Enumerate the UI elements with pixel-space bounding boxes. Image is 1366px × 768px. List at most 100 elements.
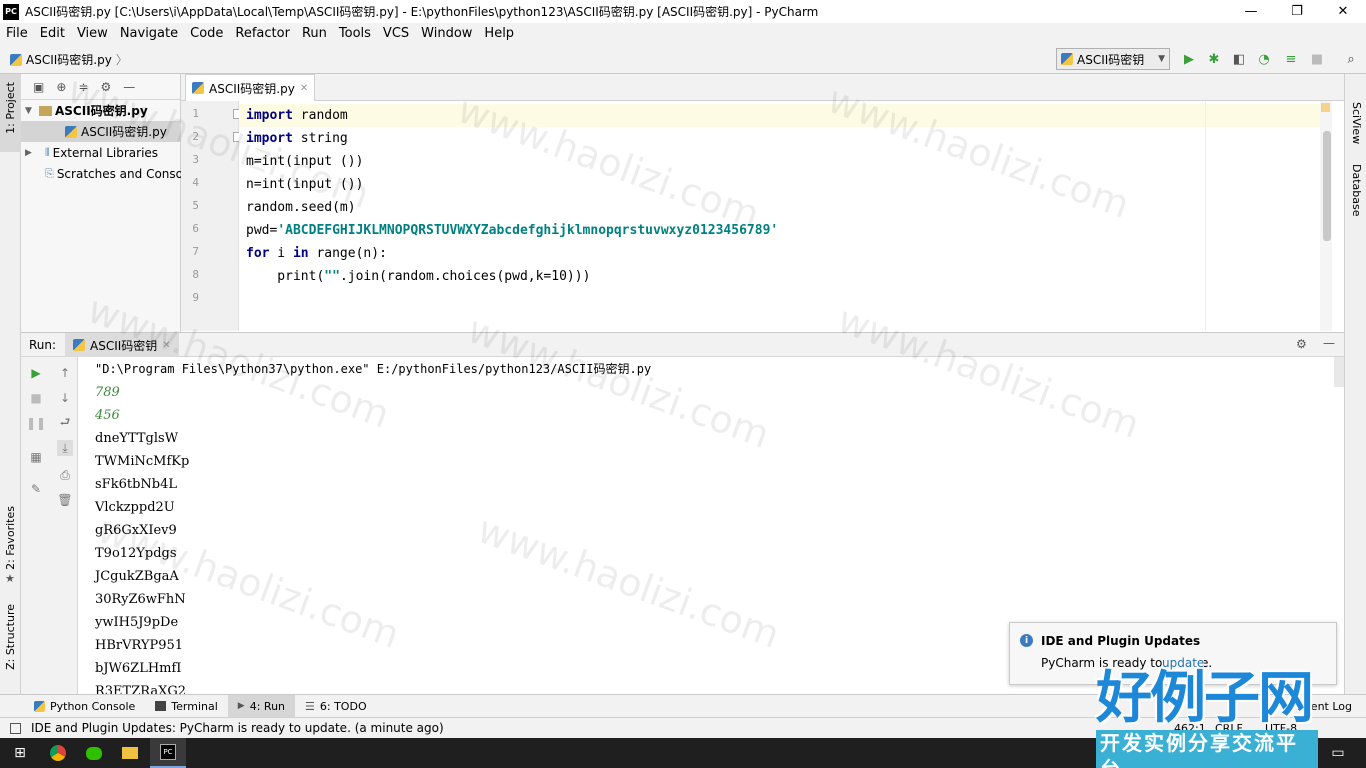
menu-view[interactable]: View	[71, 26, 114, 41]
python-console-icon	[34, 700, 45, 712]
close-button[interactable]: ✕	[1320, 0, 1366, 23]
menu-window[interactable]: Window	[415, 26, 478, 41]
menu-edit[interactable]: Edit	[34, 26, 71, 41]
windows-start-icon[interactable]: ⊞	[2, 738, 38, 768]
tool-tab-structure[interactable]: Z: Structure	[4, 604, 17, 670]
tab-todo[interactable]: ☰ 6: TODO	[295, 695, 377, 718]
editor-scroll-thumb[interactable]	[1323, 131, 1331, 241]
tool-tab-sciview[interactable]: SciView	[1350, 102, 1363, 144]
menu-code[interactable]: Code	[184, 26, 229, 41]
concurrency-icon[interactable]: ≡	[1282, 50, 1300, 68]
editor-tab-bar: ASCII码密钥.py ✕	[181, 74, 1344, 101]
line-number: 8	[192, 268, 199, 281]
site-logo-title: 好例子网	[1096, 665, 1314, 731]
profile-icon[interactable]: ◔	[1255, 50, 1273, 68]
gear-icon[interactable]: ⚙	[100, 80, 111, 94]
locate-icon[interactable]: ⊕	[56, 80, 66, 94]
menu-run[interactable]: Run	[296, 26, 333, 41]
hide-icon[interactable]: —	[123, 80, 135, 94]
close-tab-icon[interactable]: ✕	[300, 83, 308, 94]
run-panel-header: Run: ASCII码密钥 ✕ ⚙ —	[21, 332, 1344, 357]
down-arrow-icon[interactable]: ↓	[57, 390, 73, 406]
soft-wrap-icon[interactable]: ⮐	[57, 415, 73, 431]
run-tab-label: ASCII码密钥	[90, 338, 158, 353]
code-line: print("".join(random.choices(pwd,k=10)))	[246, 269, 591, 284]
breadcrumb[interactable]: ASCII码密钥.py 〉	[10, 51, 128, 68]
pause-icon[interactable]: ❚❚	[26, 415, 46, 431]
gear-icon[interactable]: ⚙	[1296, 337, 1307, 351]
editor-tab[interactable]: ASCII码密钥.py ✕	[185, 74, 316, 101]
trash-icon[interactable]: 🗑	[57, 492, 73, 508]
project-view-icon[interactable]: ▣	[33, 80, 44, 94]
scratches-icon: ⎘	[45, 166, 54, 180]
pin-icon[interactable]: ✎	[28, 481, 44, 497]
wechat-icon[interactable]	[76, 738, 112, 768]
run-config-select[interactable]: ASCII码密钥 ▼	[1056, 48, 1170, 70]
console-scroll-thumb[interactable]	[1334, 357, 1344, 387]
run-icon[interactable]: ▶	[1180, 50, 1198, 68]
pycharm-taskbar-icon[interactable]: PC	[150, 738, 186, 768]
tree-external-libraries[interactable]: ▶ ⫴ External Libraries	[21, 142, 181, 163]
notification-center-icon[interactable]: ▭	[1320, 738, 1356, 768]
menu-refactor[interactable]: Refactor	[229, 26, 296, 41]
tab-terminal[interactable]: Terminal	[145, 695, 228, 718]
python-file-icon	[73, 339, 85, 351]
python-file-icon	[1061, 53, 1073, 65]
close-tab-icon[interactable]: ✕	[162, 340, 170, 351]
code-editor[interactable]: import random import string m=int(input …	[239, 101, 1332, 331]
file-explorer-icon[interactable]	[112, 738, 148, 768]
chrome-icon[interactable]	[40, 738, 76, 768]
collapsed-arrow-icon: ▶	[25, 147, 32, 158]
menu-vcs[interactable]: VCS	[377, 26, 415, 41]
menu-navigate[interactable]: Navigate	[114, 26, 184, 41]
code-line: m=int(input ())	[246, 154, 364, 169]
coverage-icon[interactable]: ◧	[1230, 50, 1248, 68]
run-label: Run:	[29, 338, 57, 352]
breadcrumb-file[interactable]: ASCII码密钥.py	[26, 51, 112, 68]
code-line: pwd='ABCDEFGHIJKLMNOPQRSTUVWXYZabcdefghi…	[246, 223, 779, 238]
debug-icon[interactable]: ✱	[1205, 50, 1223, 68]
status-toggle-icon[interactable]	[10, 722, 21, 734]
stop-icon[interactable]: ■	[1308, 50, 1326, 68]
run-tab[interactable]: ASCII码密钥 ✕	[65, 333, 179, 357]
console-line: gR6GxXIev9	[95, 523, 177, 538]
console-line: sFk6tbNb4L	[95, 477, 177, 492]
tool-tab-favorites[interactable]: 2: Favorites	[4, 506, 17, 570]
tree-file-selected[interactable]: ASCII码密钥.py	[21, 121, 181, 142]
console-line: "D:\Program Files\Python37\python.exe" E…	[95, 362, 652, 376]
tab-python-console[interactable]: Python Console	[24, 695, 145, 718]
scroll-to-end-icon[interactable]: ⤓	[57, 440, 73, 456]
tool-tab-database[interactable]: Database	[1350, 164, 1363, 217]
tree-root[interactable]: ▼ ASCII码密钥.py	[21, 100, 181, 121]
restore-button[interactable]: ❐	[1274, 0, 1320, 23]
terminal-icon	[155, 701, 167, 711]
print-icon[interactable]: ⎙	[57, 467, 73, 483]
rerun-icon[interactable]: ▶	[28, 365, 44, 381]
minimize-button[interactable]: —	[1228, 0, 1274, 23]
line-number: 7	[192, 245, 199, 258]
status-message[interactable]: IDE and Plugin Updates: PyCharm is ready…	[31, 721, 444, 735]
line-number: 5	[192, 199, 199, 212]
chevron-down-icon: ▼	[1158, 54, 1165, 64]
console-line: ywIH5J9pDe	[95, 615, 179, 630]
caret-row-highlight	[239, 104, 1332, 127]
layout-icon[interactable]: ▦	[28, 449, 44, 465]
editor-scrollbar[interactable]	[1320, 101, 1332, 331]
tab-run[interactable]: ▶ 4: Run	[227, 694, 296, 718]
tree-scratches[interactable]: ⎘ Scratches and Consoles	[21, 163, 181, 184]
pycharm-logo-icon: PC	[3, 3, 19, 20]
menu-tools[interactable]: Tools	[333, 26, 377, 41]
menu-help[interactable]: Help	[478, 26, 520, 41]
up-arrow-icon[interactable]: ↑	[57, 365, 73, 381]
tab-python-console-label: Python Console	[50, 699, 136, 713]
code-line: random.seed(m)	[246, 200, 356, 215]
line-number: 2	[192, 130, 199, 143]
stop-icon[interactable]: ■	[28, 390, 44, 406]
search-icon[interactable]: ⌕	[1342, 50, 1360, 68]
code-line: for i in range(n):	[246, 246, 387, 261]
line-number: 4	[192, 176, 199, 189]
hide-icon[interactable]: —	[1323, 336, 1335, 350]
menu-file[interactable]: File	[0, 26, 34, 41]
collapse-icon[interactable]: ≑	[78, 80, 88, 94]
tool-tab-project[interactable]: 1: Project	[4, 82, 17, 134]
